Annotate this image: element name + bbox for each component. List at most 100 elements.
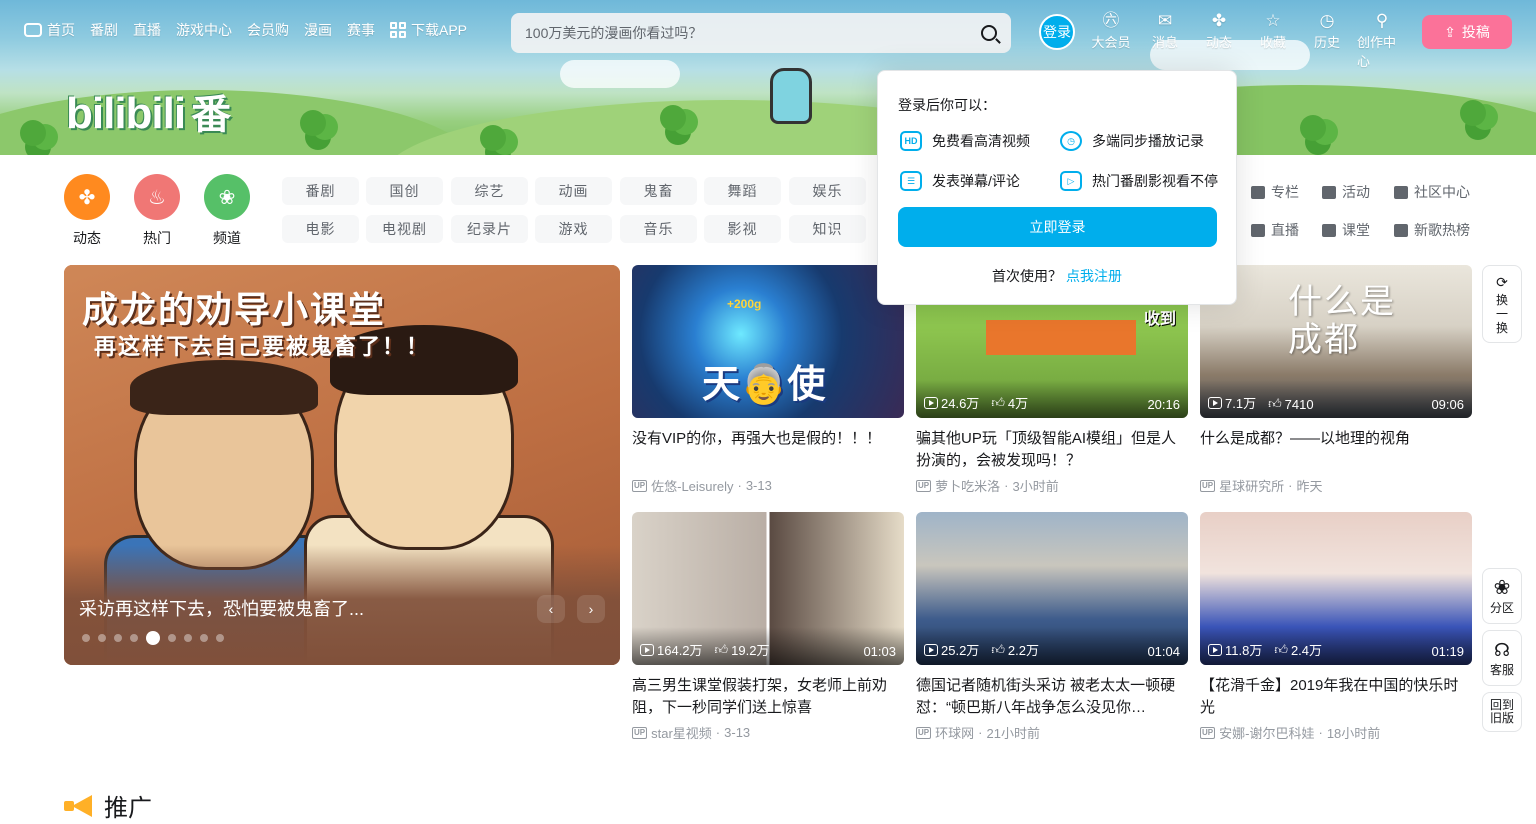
login-popover: 登录后你可以： HD 免费看高清视频 ◷ 多端同步播放记录 ☰ 发表弹幕/评论 ▷ 热门… [877, 70, 1237, 305]
video-duration: 20:16 [1147, 397, 1180, 412]
video-duration: 01:19 [1431, 644, 1464, 659]
video-author[interactable]: star星视频 [651, 723, 712, 742]
header-big-vip[interactable]: ㊅大会员 [1086, 10, 1136, 51]
customer-service-button[interactable]: ☊ 客服 [1482, 630, 1522, 686]
channel-pill[interactable]: 影视 [704, 215, 781, 243]
side-link-new-songs[interactable]: 新歌热榜 [1394, 220, 1470, 240]
video-card[interactable]: 164.2万 👍︎ 19.2万 01:03 高三男生课堂假装打架，女老师上前劝阻，… [632, 512, 904, 742]
channel-pill[interactable]: 电视剧 [366, 215, 443, 243]
channel-dynamic-label: 动态 [73, 230, 101, 246]
header-history[interactable]: ◷ 历史 [1302, 10, 1352, 51]
search-icon[interactable] [981, 25, 997, 41]
video-author[interactable]: 星球研究所 [1219, 476, 1284, 495]
channel-hot[interactable]: ♨ 热门 [134, 174, 180, 248]
header-creator-center[interactable]: ⚲ 创作中心 [1357, 10, 1407, 70]
promo-title: 推广 [104, 795, 152, 822]
video-card[interactable]: 什么是成都 7.1万 👍︎ 7410 09:06 什么是成都？——以地理的视角 U… [1200, 265, 1472, 495]
video-title[interactable]: 没有VIP的你，再强大也是假的！！！ [632, 428, 904, 472]
channel-dynamic[interactable]: ✤ 动态 [64, 174, 110, 248]
nav-game-center[interactable]: 游戏中心 [176, 20, 232, 40]
channel-pill[interactable]: 游戏 [535, 215, 612, 243]
bilibili-logo[interactable]: bilibili 番 [66, 82, 231, 140]
nav-home[interactable]: 首页 [24, 20, 75, 40]
popover-feature-label: 免费看高清视频 [932, 133, 1030, 149]
video-author[interactable]: 环球网 [935, 723, 974, 742]
video-author[interactable]: 佐悠-Leisurely [651, 476, 733, 495]
nav-esports[interactable]: 赛事 [347, 20, 375, 40]
nav-vip-shop[interactable]: 会员购 [247, 20, 289, 40]
carousel-dot[interactable] [98, 634, 106, 642]
video-card[interactable]: 天👵使 +200g 没有VIP的你，再强大也是假的！！！ UP 佐悠-Leisur… [632, 265, 904, 495]
side-link-live[interactable]: 直播 [1251, 220, 1299, 240]
video-card[interactable]: 11.8万 👍︎ 2.4万 01:19 【花滑千金】2019年我在中国的快乐时光 … [1200, 512, 1472, 742]
side-link-activity[interactable]: 活动 [1322, 182, 1370, 202]
carousel-dot[interactable] [200, 634, 208, 642]
video-thumbnail[interactable]: 25.2万 👍︎ 2.2万 01:04 [916, 512, 1188, 665]
channel-pill[interactable]: 舞蹈 [704, 177, 781, 205]
header-dynamic[interactable]: ✤ 动态 [1194, 10, 1244, 51]
flag-icon [1322, 185, 1336, 199]
search-input[interactable] [525, 25, 981, 41]
header-message[interactable]: ✉ 消息 [1140, 10, 1190, 51]
channel-pill[interactable]: 番剧 [282, 177, 359, 205]
old-version-label: 回到旧版 [1489, 698, 1514, 725]
login-now-button[interactable]: 立即登录 [898, 207, 1217, 247]
video-title[interactable]: 骗其他UP玩「顶级智能AI模组」但是人扮演的，会被发现吗！？ [916, 428, 1188, 472]
carousel-dot[interactable] [184, 634, 192, 642]
nav-anime[interactable]: 番剧 [90, 20, 118, 40]
video-title[interactable]: 【花滑千金】2019年我在中国的快乐时光 [1200, 675, 1472, 719]
like-count-value: 2.2万 [1007, 643, 1039, 658]
register-link[interactable]: 点我注册 [1066, 268, 1122, 284]
logo-badge: 番 [191, 93, 231, 137]
carousel-caption[interactable]: 采访再这样下去，恐怕要被鬼畜了... [79, 595, 364, 621]
cloud-decoration [560, 60, 680, 88]
login-avatar-button[interactable]: 登录 [1039, 14, 1075, 50]
carousel-dot[interactable] [114, 634, 122, 642]
meta-separator: · [737, 478, 742, 493]
upload-icon: ⇪ [1444, 23, 1456, 40]
meta-separator: · [1004, 478, 1009, 493]
video-thumbnail[interactable]: 11.8万 👍︎ 2.4万 01:19 [1200, 512, 1472, 665]
channel-pill[interactable]: 纪录片 [451, 215, 528, 243]
video-author[interactable]: 安娜-谢尔巴科娃 [1219, 723, 1314, 742]
channel-pill[interactable]: 电影 [282, 215, 359, 243]
carousel-prev-button[interactable]: ‹ [537, 595, 565, 623]
video-title[interactable]: 高三男生课堂假装打架，女老师上前劝阻，下一秒同学们送上惊喜 [632, 675, 904, 719]
nav-live[interactable]: 直播 [133, 20, 161, 40]
carousel-dot[interactable] [168, 634, 176, 642]
carousel-dot-active[interactable] [146, 631, 160, 645]
banner-carousel[interactable]: 成龙的劝导小课堂 再这样下去自己要被鬼畜了！！ 采访再这样下去，恐怕要被鬼畜了.… [64, 265, 620, 665]
video-thumbnail[interactable]: 164.2万 👍︎ 19.2万 01:03 [632, 512, 904, 665]
carousel-next-button[interactable]: › [577, 595, 605, 623]
channel-pill[interactable]: 音乐 [620, 215, 697, 243]
carousel-dot[interactable] [130, 634, 138, 642]
side-link-classroom[interactable]: 课堂 [1322, 220, 1370, 240]
video-card[interactable]: 25.2万 👍︎ 2.2万 01:04 德国记者随机街头采访 被老太太一顿硬怼：“… [916, 512, 1188, 742]
partition-button[interactable]: ❀ 分区 [1482, 568, 1522, 624]
video-thumbnail[interactable]: 什么是成都 7.1万 👍︎ 7410 09:06 [1200, 265, 1472, 418]
channel-pill[interactable]: 娱乐 [789, 177, 866, 205]
channel-pill[interactable]: 国创 [366, 177, 443, 205]
channel-pill[interactable]: 动画 [535, 177, 612, 205]
video-title[interactable]: 什么是成都？——以地理的视角 [1200, 428, 1472, 472]
carousel-dot[interactable] [216, 634, 224, 642]
header-favorite-label: 收藏 [1259, 35, 1286, 50]
video-author[interactable]: 萝卜吃米洛 [935, 476, 1000, 495]
channel-pill[interactable]: 知识 [789, 215, 866, 243]
nav-download-app[interactable]: 下载APP [390, 20, 467, 40]
channel-channels[interactable]: ❀ 频道 [204, 174, 250, 248]
nav-manga[interactable]: 漫画 [304, 20, 332, 40]
video-date: 3小时前 [1012, 479, 1059, 494]
header-favorite[interactable]: ☆ 收藏 [1248, 10, 1298, 51]
video-title[interactable]: 德国记者随机街头采访 被老太太一顿硬怼：“顿巴斯八年战争怎么没见你… [916, 675, 1188, 719]
upload-button[interactable]: ⇪ 投稿 [1422, 15, 1512, 49]
channel-pill[interactable]: 综艺 [451, 177, 528, 205]
channel-pill[interactable]: 鬼畜 [620, 177, 697, 205]
refresh-button[interactable]: ⟳ 换一换 [1482, 265, 1522, 343]
carousel-dot[interactable] [82, 634, 90, 642]
old-version-button[interactable]: 回到旧版 [1482, 692, 1522, 732]
side-link-community[interactable]: 社区中心 [1394, 182, 1470, 202]
side-link-column[interactable]: 专栏 [1251, 182, 1299, 202]
video-thumbnail[interactable]: 天👵使 +200g [632, 265, 904, 418]
carousel-art-title: 成龙的劝导小课堂 [82, 289, 387, 331]
